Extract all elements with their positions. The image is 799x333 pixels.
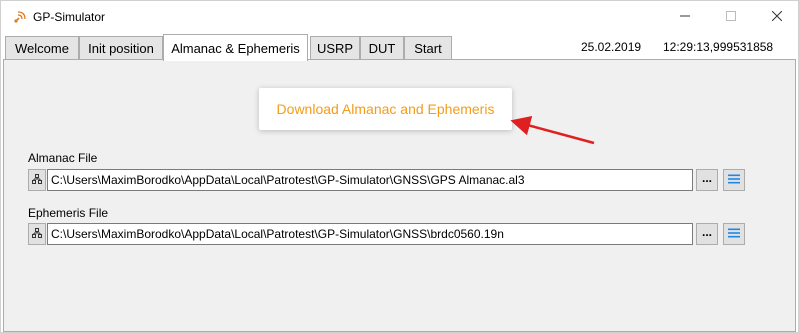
hamburger-menu-icon — [728, 173, 740, 187]
tab-init-position[interactable]: Init position — [79, 36, 163, 60]
tab-label: DUT — [368, 41, 396, 56]
status-date: 25.02.2019 — [581, 40, 642, 54]
minimize-button[interactable] — [662, 1, 708, 32]
maximize-button[interactable] — [708, 1, 754, 32]
tab-strip: Welcome Init position Almanac & Ephemeri… — [1, 34, 798, 61]
tab-label: Start — [414, 41, 442, 56]
window-title: GP-Simulator — [33, 10, 106, 24]
download-almanac-ephemeris-button[interactable]: Download Almanac and Ephemeris — [259, 88, 512, 130]
app-window: GP-Simulator Welcome Init position Alman… — [0, 0, 799, 333]
almanac-file-path-input[interactable] — [47, 169, 693, 191]
almanac-file-label: Almanac File — [28, 151, 98, 165]
maximize-icon — [726, 10, 736, 24]
satellite-dish-icon — [13, 10, 27, 24]
title-bar[interactable]: GP-Simulator — [1, 1, 798, 33]
status-time: 12:29:13,999531858 — [663, 40, 774, 54]
almanac-network-path-button[interactable] — [28, 169, 46, 191]
ephemeris-browse-button[interactable]: ... — [696, 223, 718, 245]
tab-dut[interactable]: DUT — [360, 36, 404, 60]
close-button[interactable] — [754, 1, 799, 32]
browse-button-label: ... — [701, 225, 712, 239]
tab-label: Welcome — [15, 41, 69, 56]
tab-label: Init position — [88, 41, 154, 56]
almanac-menu-button[interactable] — [723, 169, 745, 191]
tab-welcome[interactable]: Welcome — [5, 36, 79, 60]
ephemeris-menu-button[interactable] — [723, 223, 745, 245]
almanac-browse-button[interactable]: ... — [696, 169, 718, 191]
ephemeris-file-path-input[interactable] — [47, 223, 693, 245]
tab-label: Almanac & Ephemeris — [171, 40, 300, 56]
close-icon — [771, 10, 783, 24]
annotation-arrow-icon — [510, 115, 595, 145]
ephemeris-network-path-button[interactable] — [28, 223, 46, 245]
minimize-icon — [680, 10, 690, 24]
hamburger-menu-icon — [728, 227, 740, 241]
ephemeris-file-label: Ephemeris File — [28, 206, 109, 220]
tab-usrp[interactable]: USRP — [310, 36, 360, 60]
network-path-icon — [32, 173, 42, 187]
browse-button-label: ... — [701, 171, 712, 185]
tab-almanac-ephemeris[interactable]: Almanac & Ephemeris — [163, 34, 308, 61]
download-button-label: Download Almanac and Ephemeris — [276, 101, 495, 117]
network-path-icon — [32, 227, 42, 241]
tab-start[interactable]: Start — [404, 36, 452, 60]
tab-label: USRP — [316, 41, 354, 56]
